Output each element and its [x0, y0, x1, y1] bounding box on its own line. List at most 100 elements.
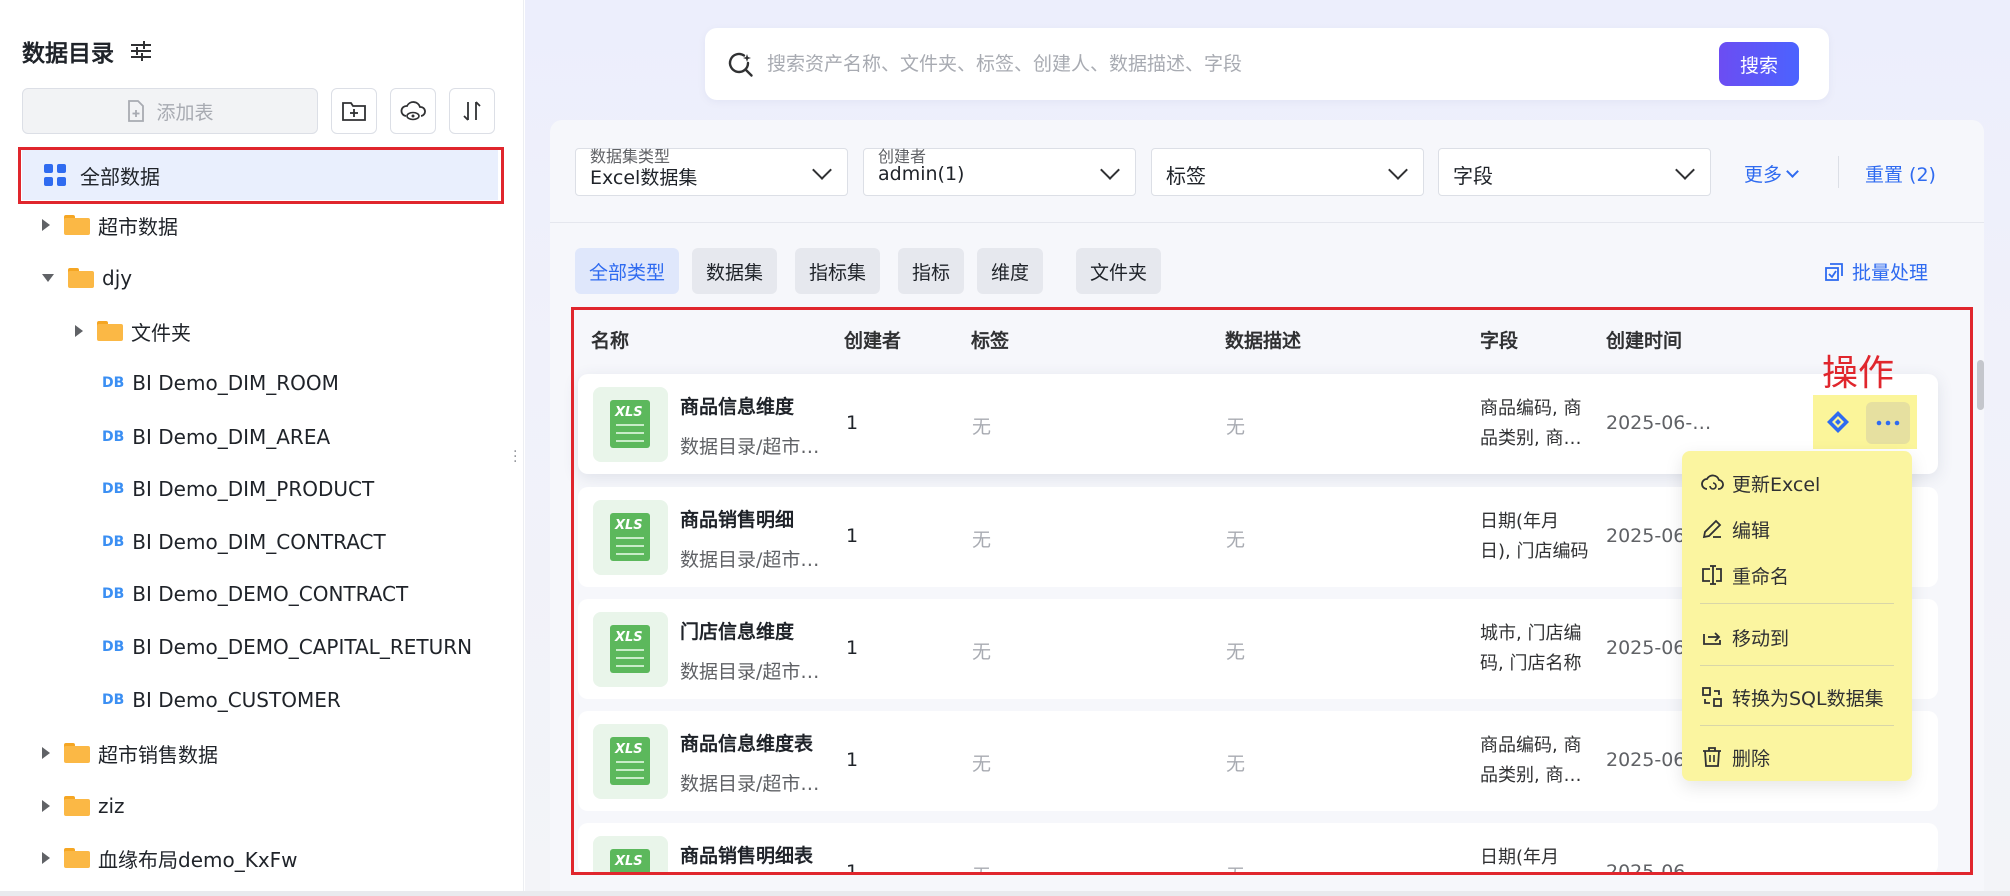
- db-icon: DB: [102, 534, 125, 550]
- cloud-eye-icon: [400, 101, 426, 121]
- ops-annotation: 操作: [1822, 353, 1895, 394]
- add-folder-button[interactable]: [331, 88, 377, 134]
- tab-type[interactable]: 指标集: [795, 248, 881, 294]
- tab-type[interactable]: 指标: [898, 248, 965, 294]
- trash-icon: [1703, 747, 1721, 767]
- tab-type[interactable]: 文件夹: [1076, 248, 1162, 294]
- caret-down-icon[interactable]: [42, 274, 54, 282]
- column-header: 创建者: [844, 330, 902, 352]
- chevron-down-icon: [1786, 164, 1799, 178]
- menu-item-edit[interactable]: 编辑: [1700, 511, 1770, 547]
- row-path: 数据目录/超市数据: [680, 436, 828, 458]
- db-icon: DB: [102, 481, 125, 497]
- row-fields-line: 城市, 门店编: [1480, 623, 1582, 644]
- tree-item-label: BI Demo_DIM_PRODUCT: [132, 477, 375, 501]
- excel-file-icon: XLS: [593, 500, 668, 575]
- menu-divider: [1700, 603, 1894, 604]
- row-name[interactable]: 商品信息维度: [680, 392, 794, 419]
- caret-right-icon[interactable]: [42, 800, 50, 812]
- scrollbar[interactable]: [1977, 360, 1984, 410]
- row-name[interactable]: 商品信息维度表: [680, 729, 813, 756]
- row-fields-line: 品类别, 商品名称: [1480, 765, 1596, 786]
- menu-item-label: 转换为SQL数据集: [1732, 687, 1884, 710]
- horizontal-scrollbar[interactable]: [0, 891, 2010, 896]
- tree-item-table[interactable]: DB BI Demo_DEMO_CAPITAL_RETURN: [102, 627, 472, 667]
- filter-field[interactable]: 字段: [1438, 148, 1711, 196]
- filter-creator[interactable]: 创建者 admin(1): [863, 147, 1136, 196]
- caret-right-icon[interactable]: [42, 747, 50, 759]
- menu-item-update-excel[interactable]: 更新Excel: [1700, 465, 1820, 501]
- caret-right-icon[interactable]: [42, 219, 50, 231]
- chevron-down-icon: [1675, 160, 1695, 180]
- tree-item-label: BI Demo_DEMO_CONTRACT: [132, 582, 409, 606]
- folder-icon: [97, 321, 123, 341]
- row-created-time: 2025-06-2...: [1606, 861, 1720, 875]
- tree-item-label: BI Demo_DEMO_CAPITAL_RETURN: [132, 635, 473, 659]
- view-data-button[interactable]: [390, 88, 436, 134]
- column-header: 标签: [971, 330, 1010, 352]
- caret-right-icon[interactable]: [42, 852, 50, 864]
- highlight-box-all-data: [18, 147, 504, 204]
- tab-type[interactable]: 维度: [977, 248, 1044, 294]
- tree-item-folder[interactable]: 超市销售数据: [42, 733, 218, 773]
- row-tag: 无: [972, 416, 992, 438]
- row-name[interactable]: 商品销售明细表: [680, 841, 813, 868]
- pencil-icon: [1702, 519, 1722, 539]
- sort-button[interactable]: [449, 88, 495, 134]
- row-fields-line: 日), 门店编码: [1480, 541, 1589, 562]
- row-tag: 无: [972, 861, 991, 875]
- more-actions-button[interactable]: [1866, 402, 1910, 444]
- dataset-action-icon[interactable]: [1825, 409, 1851, 435]
- filter-tag[interactable]: 标签: [1151, 148, 1424, 196]
- row-description: 无: [1226, 529, 1246, 551]
- excel-file-icon: XLS: [593, 612, 668, 687]
- tree-item-folder[interactable]: ziz: [42, 786, 125, 826]
- more-filters-button[interactable]: 更多: [1744, 160, 1799, 187]
- db-icon: DB: [102, 586, 125, 602]
- batch-icon: [1825, 262, 1843, 281]
- row-creator: 1: [846, 525, 859, 547]
- search-input[interactable]: [767, 48, 1707, 80]
- search-icon: [728, 52, 753, 77]
- menu-item-rename[interactable]: 重命名: [1700, 557, 1789, 593]
- row-created-time: 2025-06-2...: [1606, 412, 1720, 434]
- tree-item-label: BI Demo_CUSTOMER: [132, 688, 341, 712]
- tree-item-folder[interactable]: djy: [42, 258, 132, 298]
- tree-item-label: BI Demo_DIM_ROOM: [132, 371, 339, 395]
- tab-type[interactable]: 全部类型: [575, 248, 680, 294]
- row-name[interactable]: 商品销售明细: [680, 505, 794, 532]
- tree-item-folder[interactable]: 文件夹: [75, 311, 191, 351]
- batch-process-button[interactable]: 批量处理: [1824, 258, 1928, 285]
- tree-item-folder[interactable]: 超市数据: [42, 205, 178, 245]
- ellipsis-icon: [1876, 420, 1900, 426]
- sliders-icon[interactable]: [128, 38, 154, 64]
- tree-item-table[interactable]: DB BI Demo_DIM_ROOM: [102, 363, 339, 403]
- filter-dataset-type[interactable]: 数据集类型 Excel数据集: [575, 147, 848, 196]
- resize-handle-icon[interactable]: · · ·: [513, 445, 517, 469]
- tree-item-table[interactable]: DB BI Demo_CUSTOMER: [102, 680, 341, 720]
- search-button[interactable]: 搜索: [1719, 42, 1799, 86]
- table-row[interactable]: XLS商品销售明细表数据目录/超市数据1无无日期(年月2025-06-2...: [578, 823, 1938, 875]
- folder-icon: [64, 848, 90, 868]
- tree-item-table[interactable]: DB BI Demo_DIM_PRODUCT: [102, 469, 374, 509]
- tree-item-table[interactable]: DB BI Demo_DEMO_CONTRACT: [102, 574, 408, 614]
- db-icon: DB: [102, 692, 125, 708]
- sidebar-title: 数据目录: [22, 41, 114, 67]
- menu-item-delete[interactable]: 删除: [1700, 739, 1770, 775]
- caret-right-icon[interactable]: [75, 325, 83, 337]
- chevron-down-icon: [812, 160, 832, 180]
- chevron-down-icon: [1100, 160, 1120, 180]
- tree-item-folder[interactable]: 血缘布局demo_KxFw: [42, 838, 298, 878]
- tree-item-label: djy: [102, 266, 133, 290]
- row-name[interactable]: 门店信息维度: [680, 617, 794, 644]
- menu-divider: [1700, 725, 1894, 726]
- filter-field-value: 字段: [1453, 164, 1493, 188]
- menu-item-move-to[interactable]: 移动到: [1700, 619, 1789, 655]
- add-table-button[interactable]: 添加表: [22, 88, 318, 134]
- menu-item-convert-sql[interactable]: 转换为SQL数据集: [1700, 679, 1884, 715]
- tree-item-table[interactable]: DB BI Demo_DIM_CONTRACT: [102, 522, 386, 562]
- tree-item-table[interactable]: DB BI Demo_DIM_AREA: [102, 417, 330, 457]
- excel-file-icon: XLS: [593, 387, 668, 462]
- reset-filters-button[interactable]: 重置 (2): [1865, 160, 1936, 187]
- tab-type[interactable]: 数据集: [692, 248, 778, 294]
